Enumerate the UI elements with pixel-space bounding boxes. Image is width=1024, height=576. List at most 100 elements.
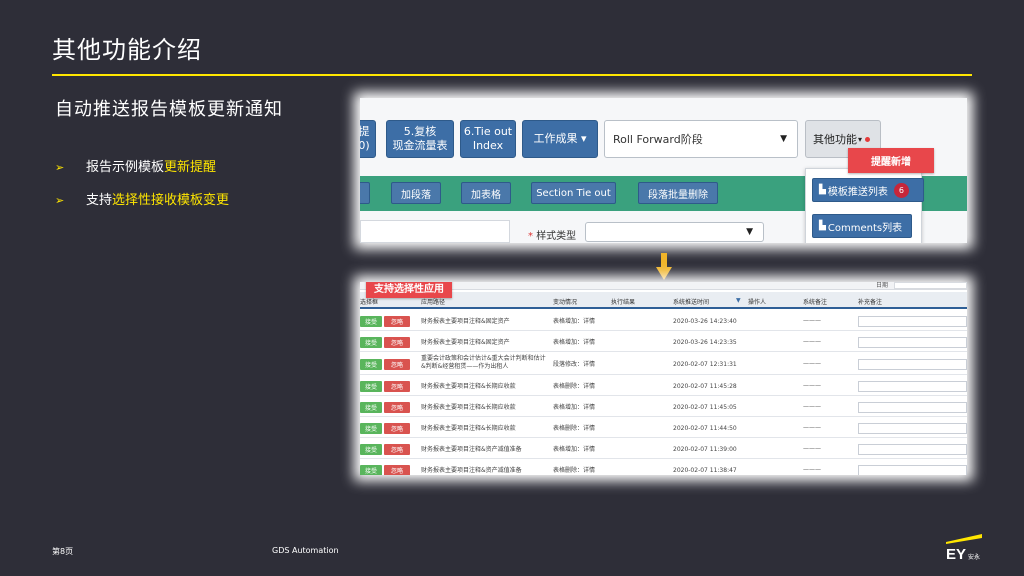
other-functions-label: 其他功能 xyxy=(813,133,857,146)
date-filter-input[interactable] xyxy=(894,282,967,289)
accept-button[interactable]: 接受 xyxy=(360,316,382,327)
accept-button[interactable]: 接受 xyxy=(360,402,382,413)
path-cell: 重要会计政策和会计估计&重大会计判断和估计&判断&经营租赁——作为出租人 xyxy=(421,355,546,370)
recheck-cashflow-button[interactable]: 5.复核 现金流量表 xyxy=(386,120,454,158)
section-tieout-button[interactable]: Section Tie out xyxy=(531,182,616,204)
accept-button[interactable]: 接受 xyxy=(360,381,382,392)
left-input-area[interactable] xyxy=(360,220,510,243)
notification-dot-icon xyxy=(865,136,871,142)
footer-text: GDS Automation xyxy=(272,546,339,555)
column-header: 系统备注 xyxy=(803,299,828,306)
ignore-button[interactable]: 忽略 xyxy=(384,402,410,413)
bullet-item: ➢ 报告示例模板 更新提醒 xyxy=(55,151,229,184)
change-cell[interactable]: 表格增加：详情 xyxy=(553,404,595,412)
column-header: 补充备注 xyxy=(858,299,883,306)
change-cell[interactable]: 段落修改：详情 xyxy=(553,361,595,369)
ignore-button[interactable]: 忽略 xyxy=(384,359,410,370)
time-cell: 2020-02-07 11:39:00 xyxy=(673,446,737,453)
ignore-button[interactable]: 忽略 xyxy=(384,465,410,475)
system-note-cell: ——— xyxy=(803,466,821,473)
button-label: 5.复核 xyxy=(403,125,437,138)
other-functions-menu: ▙ 模板推送列表 6 ▙ Comments列表 xyxy=(805,168,924,243)
toolbar-partial-button[interactable] xyxy=(360,182,370,204)
supplement-note-input[interactable] xyxy=(858,465,967,475)
supplement-note-input[interactable] xyxy=(858,316,967,327)
partial-step-button[interactable]: 提 0) xyxy=(360,120,376,158)
bullet-arrow-icon: ➢ xyxy=(55,161,65,174)
new-reminder-callout: 提醒新增 xyxy=(848,148,934,173)
ignore-button[interactable]: 忽略 xyxy=(384,423,410,434)
change-cell[interactable]: 表格删除：详情 xyxy=(553,425,595,433)
accept-button[interactable]: 接受 xyxy=(360,337,382,348)
accept-button[interactable]: 接受 xyxy=(360,359,382,370)
style-type-text: 样式类型 xyxy=(536,231,577,242)
path-cell: 财务报表主要项目注释&长期应收款 xyxy=(421,383,516,390)
stage-select-value: Roll Forward阶段 xyxy=(613,133,703,146)
sort-icon[interactable]: ▼ xyxy=(736,297,741,304)
template-push-list-item[interactable]: ▙ 模板推送列表 6 xyxy=(812,178,924,202)
table-row: 接受 忽略 财务报表主要项目注释&长期应收款 表格删除：详情 2020-02-07 11… xyxy=(360,376,967,396)
change-cell[interactable]: 表格删除：详情 xyxy=(553,383,595,391)
system-note-cell: ——— xyxy=(803,317,821,324)
accept-button[interactable]: 接受 xyxy=(360,423,382,434)
count-badge: 6 xyxy=(893,182,909,198)
bullet-text: 报告示例模板 xyxy=(86,160,165,175)
time-cell: 2020-03-26 14:23:35 xyxy=(673,339,737,346)
menu-item-label: 模板推送列表 xyxy=(827,186,888,198)
table-row: 接受 忽略 财务报表主要项目注释&固定资产 表格增加：详情 2020-03-26 14:… xyxy=(360,332,967,352)
path-cell: 财务报表主要项目注释&长期应收款 xyxy=(421,404,516,411)
supplement-note-input[interactable] xyxy=(858,337,967,348)
table-row: 接受 忽略 财务报表主要项目注释&资产减值准备 表格删除：详情 2020-02-07 1… xyxy=(360,460,967,475)
table-row: 接受 忽略 财务报表主要项目注释&资产减值准备 表格增加：详情 2020-02-07 1… xyxy=(360,439,967,459)
change-cell[interactable]: 表格增加：详情 xyxy=(553,318,595,326)
accept-button[interactable]: 接受 xyxy=(360,465,382,475)
ignore-button[interactable]: 忽略 xyxy=(384,316,410,327)
system-note-cell: ——— xyxy=(803,424,821,431)
column-header: 应用路径 xyxy=(421,299,446,306)
ignore-button[interactable]: 忽略 xyxy=(384,337,410,348)
supplement-note-input[interactable] xyxy=(858,444,967,455)
page-number: 第8页 xyxy=(52,547,74,556)
add-paragraph-button[interactable]: 加段落 xyxy=(391,182,441,204)
bullet-highlight: 更新提醒 xyxy=(164,160,217,175)
style-type-select[interactable]: ▼ xyxy=(585,222,764,242)
time-cell: 2020-02-07 12:31:31 xyxy=(673,361,737,368)
title-divider xyxy=(52,74,972,76)
column-header[interactable]: 系统推送时间 xyxy=(673,297,709,306)
bullet-list: ➢ 报告示例模板 更新提醒 ➢ 支持 选择性接收模板变更 xyxy=(55,151,229,217)
ey-logo: EY 安永 xyxy=(946,534,982,562)
system-note-cell: ——— xyxy=(803,360,821,367)
supplement-note-input[interactable] xyxy=(858,402,967,413)
column-header: 执行结果 xyxy=(611,299,636,306)
stage-select[interactable]: Roll Forward阶段 ▼ xyxy=(604,120,798,158)
change-cell[interactable]: 表格增加：详情 xyxy=(553,339,595,347)
work-result-dropdown[interactable]: 工作成果 ▾ xyxy=(522,120,598,158)
comments-list-item[interactable]: ▙ Comments列表 xyxy=(812,214,912,238)
slide-title: 其他功能介绍 xyxy=(52,36,202,64)
ignore-button[interactable]: 忽略 xyxy=(384,444,410,455)
change-cell[interactable]: 表格删除：详情 xyxy=(553,467,595,475)
ignore-button[interactable]: 忽略 xyxy=(384,381,410,392)
accept-button[interactable]: 接受 xyxy=(360,444,382,455)
toolbar-screenshot: 提 0) 5.复核 现金流量表 6.Tie out Index 工作成果 ▾ Roll… xyxy=(360,98,967,243)
tieout-index-button[interactable]: 6.Tie out Index xyxy=(460,120,516,158)
supplement-note-input[interactable] xyxy=(858,381,967,392)
caret-down-icon: ▾ xyxy=(858,134,863,144)
slide-subtitle: 自动推送报告模板更新通知 xyxy=(55,99,283,120)
path-cell: 财务报表主要项目注释&固定资产 xyxy=(421,318,510,325)
time-cell: 2020-02-07 11:45:05 xyxy=(673,404,737,411)
bullet-item: ➢ 支持 选择性接收模板变更 xyxy=(55,184,229,217)
supplement-note-input[interactable] xyxy=(858,423,967,434)
time-cell: 2020-02-07 11:45:28 xyxy=(673,383,737,390)
menu-item-label: Comments列表 xyxy=(827,222,903,234)
table-row: 接受 忽略 财务报表主要项目注释&长期应收款 表格增加：详情 2020-02-07 11… xyxy=(360,397,967,417)
change-cell[interactable]: 表格增加：详情 xyxy=(553,446,595,454)
batch-delete-paragraph-button[interactable]: 段落批量删除 xyxy=(638,182,718,204)
add-table-button[interactable]: 加表格 xyxy=(461,182,511,204)
svg-text:安永: 安永 xyxy=(968,553,980,561)
table-row: 接受 忽略 财务报表主要项目注释&固定资产 表格增加：详情 2020-03-26 14:… xyxy=(360,311,967,331)
template-push-table-screenshot: 日期 选择框 应用路径 变动情况 执行结果 系统推送时间 ▼ 操作人 系统备注 … xyxy=(360,282,967,475)
caret-down-icon: ▼ xyxy=(746,227,753,237)
supplement-note-input[interactable] xyxy=(858,359,967,370)
bullet-highlight: 选择性接收模板变更 xyxy=(112,193,230,208)
